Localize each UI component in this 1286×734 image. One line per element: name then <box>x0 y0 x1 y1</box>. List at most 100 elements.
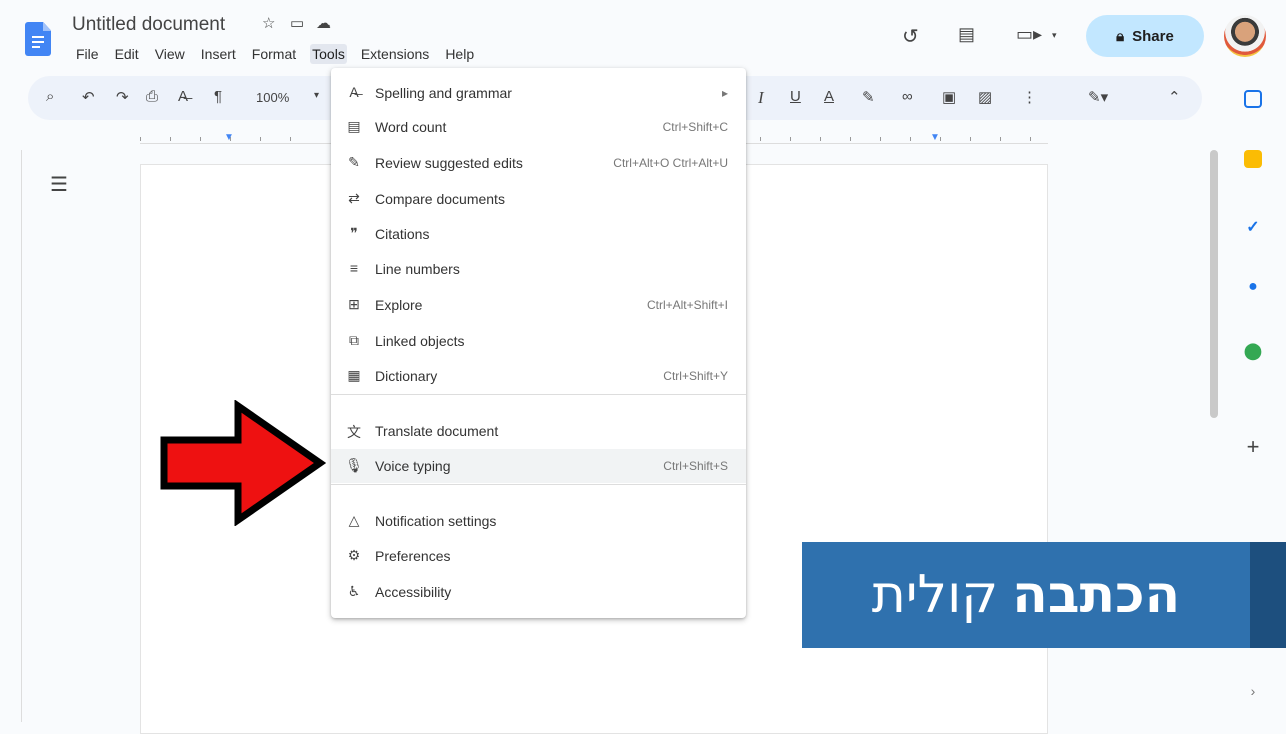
tools-menu-item-line-numbers[interactable]: ≡ Line numbers <box>331 252 746 286</box>
italic-icon[interactable]: I <box>758 88 764 108</box>
print-icon[interactable]: ⎙ <box>146 88 158 105</box>
cloud-saved-icon[interactable]: ☁ <box>316 14 331 32</box>
menu-item-label: Dictionary <box>375 368 438 384</box>
image-icon[interactable]: ▨ <box>978 88 992 106</box>
share-button[interactable]: 🔒︎ Share <box>1086 15 1204 57</box>
tools-menu-item-review-suggested-edits[interactable]: ✎ Review suggested edits Ctrl+Alt+O Ctrl+A… <box>331 146 746 180</box>
line-numbers-icon: ≡ <box>349 260 359 276</box>
underline-icon[interactable]: U <box>790 88 801 105</box>
translate-icon: 文 <box>347 424 361 440</box>
text-color-icon[interactable]: A <box>824 88 834 105</box>
expand-panel-icon[interactable]: › <box>1244 682 1262 700</box>
collapse-icon[interactable]: ⌃ <box>1168 88 1181 106</box>
banner-bold-word: הכתבה <box>1012 565 1181 625</box>
menu-item-shortcut: Ctrl+Alt+Shift+I <box>646 298 728 312</box>
tasks-icon[interactable]: ✓ <box>1244 218 1262 236</box>
tools-menu-item-explore[interactable]: ⊞ Explore Ctrl+Alt+Shift+I <box>331 288 746 322</box>
comment-add-icon[interactable]: ▣ <box>942 88 956 106</box>
accessibility-icon: ♿︎ <box>347 583 361 599</box>
menu-item-shortcut: Ctrl+Alt+O Ctrl+Alt+U <box>613 156 728 170</box>
banner-accent <box>1250 542 1286 648</box>
left-indent-marker-icon[interactable]: ▼ <box>224 132 234 143</box>
menu-separator <box>331 394 746 395</box>
menu-edit[interactable]: Edit <box>113 44 141 64</box>
tools-menu-item-spelling-and-grammar[interactable]: A̶ Spelling and grammar ▸ <box>331 76 746 110</box>
menu-item-label: Compare documents <box>375 191 505 207</box>
menu-item-label: Translate document <box>375 423 499 439</box>
menu-insert[interactable]: Insert <box>199 44 238 64</box>
comments-icon[interactable]: ▤ <box>958 24 975 45</box>
tools-menu: A̶ Spelling and grammar ▸ ▤ Word count Ctrl+S… <box>331 68 746 618</box>
docs-logo-icon[interactable] <box>25 22 51 56</box>
title-bar: Untitled document ☆ ▭ ☁ File Edit View I… <box>0 0 1286 70</box>
menu-item-shortcut: Ctrl+Shift+C <box>662 120 728 134</box>
vertical-ruler[interactable] <box>0 150 22 722</box>
avatar[interactable] <box>1224 15 1266 57</box>
menu-file[interactable]: File <box>74 44 101 64</box>
document-title[interactable]: Untitled document <box>72 14 225 36</box>
keep-icon[interactable] <box>1244 150 1262 168</box>
menu-item-label: Preferences <box>375 548 451 564</box>
spellcheck-icon[interactable]: A̶ <box>178 88 188 105</box>
add-addon-icon[interactable]: + <box>1244 434 1262 459</box>
menu-item-label: Notification settings <box>375 513 497 529</box>
banner-word: קולית <box>871 565 999 625</box>
menu-item-label: Citations <box>375 226 430 242</box>
move-folder-icon[interactable]: ▭ <box>290 14 304 32</box>
menu-separator <box>331 484 746 485</box>
menu-help[interactable]: Help <box>443 44 476 64</box>
menu-item-shortcut: ▸ <box>721 86 728 100</box>
tools-menu-item-linked-objects[interactable]: ⧉ Linked objects <box>331 324 746 358</box>
version-history-icon[interactable]: ↺ <box>902 24 919 49</box>
menu-item-label: Linked objects <box>375 333 465 349</box>
explore-icon: ⊞ <box>348 296 360 312</box>
more-icon[interactable]: ⋮ <box>1022 88 1037 106</box>
tools-menu-item-voice-typing[interactable]: 🎙︎ Voice typing Ctrl+Shift+S <box>331 449 746 483</box>
bell-icon: △ <box>348 512 360 528</box>
tools-menu-item-citations[interactable]: ❞ Citations <box>331 217 746 251</box>
menu-format[interactable]: Format <box>250 44 298 64</box>
paint-format-icon[interactable]: ¶ <box>214 88 222 105</box>
calendar-icon[interactable] <box>1244 90 1262 108</box>
contacts-icon[interactable]: ● <box>1244 278 1262 296</box>
search-menus-icon[interactable]: ⌕ <box>46 88 54 105</box>
share-label: Share <box>1132 27 1174 45</box>
menu-item-label: Explore <box>375 297 423 313</box>
link-icon[interactable]: ∞ <box>902 88 913 105</box>
highlight-icon[interactable]: ✎ <box>862 88 875 106</box>
redo-icon[interactable]: ↷ <box>116 88 129 106</box>
star-icon[interactable]: ☆ <box>262 14 275 32</box>
tools-menu-item-compare-documents[interactable]: ⇄ Compare documents <box>331 182 746 216</box>
menu-item-label: Voice typing <box>375 458 451 474</box>
word-count-icon: ▤ <box>347 118 361 134</box>
tools-menu-item-translate-document[interactable]: 文 Translate document <box>331 414 746 448</box>
chevron-down-icon[interactable]: ▾ <box>1052 30 1057 41</box>
right-indent-marker-icon[interactable]: ▼ <box>930 132 940 143</box>
tools-menu-item-accessibility[interactable]: ♿︎ Accessibility <box>331 575 746 609</box>
linked-objects-icon: ⧉ <box>349 332 359 348</box>
menu-tools[interactable]: Tools <box>310 44 347 64</box>
document-outline-icon[interactable]: ☰ <box>50 172 68 197</box>
editing-mode-icon[interactable]: ✎▾ <box>1088 88 1108 106</box>
scrollbar[interactable] <box>1210 150 1218 418</box>
compare-icon: ⇄ <box>348 190 360 206</box>
spellcheck-icon: A̶ <box>349 84 359 100</box>
zoom-select[interactable]: 100% <box>256 90 289 105</box>
menu-item-label: Word count <box>375 119 447 135</box>
tools-menu-item-preferences[interactable]: ⚙ Preferences <box>331 539 746 573</box>
undo-icon[interactable]: ↶ <box>82 88 95 106</box>
meet-icon[interactable]: ▭▸ <box>1016 24 1042 45</box>
dictionary-icon: ▦ <box>347 367 361 383</box>
menu-view[interactable]: View <box>153 44 187 64</box>
tools-menu-item-notification-settings[interactable]: △ Notification settings <box>331 504 746 538</box>
lock-icon: 🔒︎ <box>1116 27 1125 45</box>
quote-icon: ❞ <box>350 225 358 241</box>
maps-icon[interactable]: ⬤ <box>1244 342 1262 360</box>
tools-menu-item-dictionary[interactable]: ▦ Dictionary Ctrl+Shift+Y <box>331 359 746 393</box>
menu-item-label: Spelling and grammar <box>375 85 512 101</box>
menu-item-label: Accessibility <box>375 584 452 600</box>
zoom-chevron-icon[interactable]: ▾ <box>314 90 319 101</box>
tools-menu-item-word-count[interactable]: ▤ Word count Ctrl+Shift+C <box>331 110 746 144</box>
menu-extensions[interactable]: Extensions <box>359 44 431 64</box>
microphone-icon: 🎙︎ <box>345 457 363 473</box>
